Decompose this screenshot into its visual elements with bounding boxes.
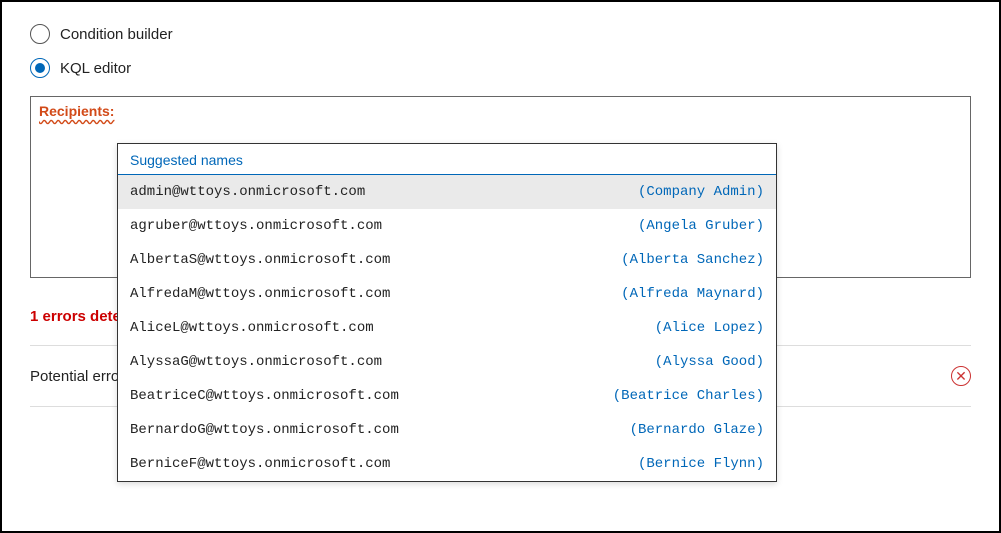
suggestion-item[interactable]: BeatriceC@wttoys.onmicrosoft.com (Beatric… [118,379,776,413]
suggestion-email: AlfredaM@wttoys.onmicrosoft.com [130,286,390,302]
suggestion-email: AlbertaS@wttoys.onmicrosoft.com [130,252,390,268]
suggestion-item[interactable]: admin@wttoys.onmicrosoft.com (Company Adm… [118,175,776,209]
suggestion-display-name: (Angela Gruber) [638,218,764,234]
option-label: Condition builder [60,26,173,43]
suggestion-display-name: (Alberta Sanchez) [621,252,764,268]
radio-dot-icon [35,63,45,73]
radio-selected-icon [30,58,50,78]
suggestion-item[interactable]: AlyssaG@wttoys.onmicrosoft.com (Alyssa Go… [118,345,776,379]
suggestion-item[interactable]: BernardoG@wttoys.onmicrosoft.com (Bernard… [118,413,776,447]
suggestions-popup: Suggested names admin@wttoys.onmicrosoft… [117,143,777,482]
suggestion-item[interactable]: AlfredaM@wttoys.onmicrosoft.com (Alfreda … [118,277,776,311]
suggestion-display-name: (Bernardo Glaze) [630,422,764,438]
suggestion-display-name: (Alice Lopez) [655,320,764,336]
suggestion-item[interactable]: AliceL@wttoys.onmicrosoft.com (Alice Lope… [118,311,776,345]
radio-unselected-icon [30,24,50,44]
suggestion-display-name: (Company Admin) [638,184,764,200]
kql-token: Recipients: [39,103,114,119]
suggestions-header: Suggested names [118,144,776,175]
suggestion-display-name: (Alyssa Good) [655,354,764,370]
suggestion-email: BeatriceC@wttoys.onmicrosoft.com [130,388,399,404]
close-icon: ✕ [955,369,967,383]
suggestion-display-name: (Alfreda Maynard) [621,286,764,302]
suggestions-list: admin@wttoys.onmicrosoft.com (Company Adm… [118,175,776,481]
suggestion-display-name: (Bernice Flynn) [638,456,764,472]
option-condition-builder[interactable]: Condition builder [30,24,971,44]
option-kql-editor[interactable]: KQL editor [30,58,971,78]
option-label: KQL editor [60,60,131,77]
suggestion-email: AlyssaG@wttoys.onmicrosoft.com [130,354,382,370]
suggestion-item[interactable]: AlbertaS@wttoys.onmicrosoft.com (Alberta … [118,243,776,277]
suggestion-email: agruber@wttoys.onmicrosoft.com [130,218,382,234]
suggestion-item[interactable]: BerniceF@wttoys.onmicrosoft.com (Bernice … [118,447,776,481]
suggestion-display-name: (Beatrice Charles) [613,388,764,404]
dismiss-button[interactable]: ✕ [951,366,971,386]
suggestion-email: BernardoG@wttoys.onmicrosoft.com [130,422,399,438]
suggestion-email: BerniceF@wttoys.onmicrosoft.com [130,456,390,472]
suggestion-email: AliceL@wttoys.onmicrosoft.com [130,320,374,336]
suggestion-item[interactable]: agruber@wttoys.onmicrosoft.com (Angela Gr… [118,209,776,243]
suggestion-email: admin@wttoys.onmicrosoft.com [130,184,365,200]
app-frame: Condition builder KQL editor Recipients:… [0,0,1001,533]
